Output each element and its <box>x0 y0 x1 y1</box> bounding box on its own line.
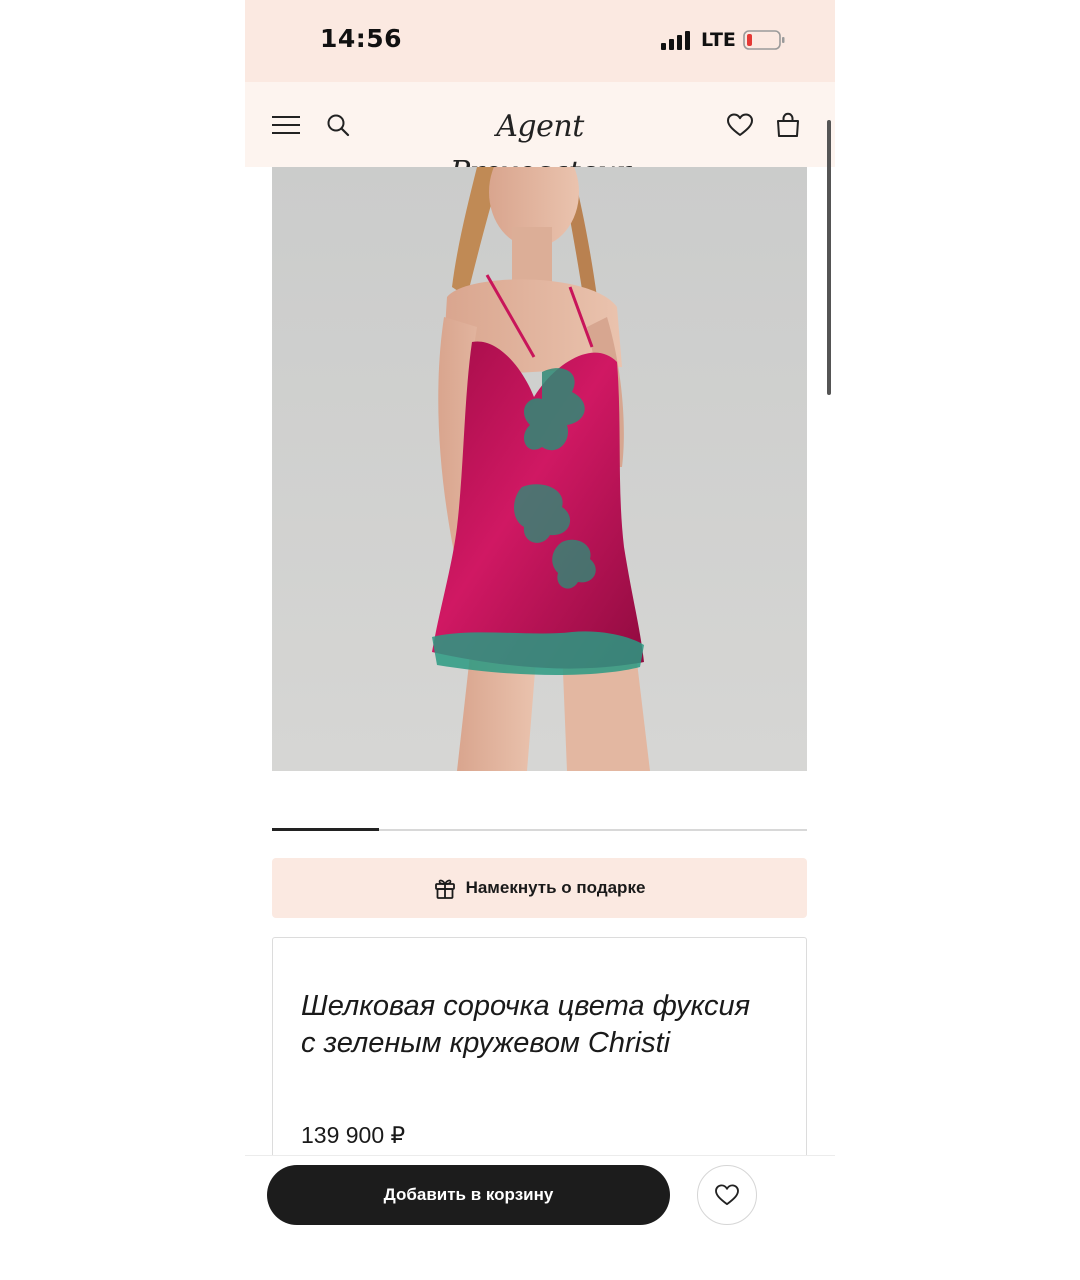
gallery-progress <box>272 828 807 831</box>
page-scrollbar[interactable] <box>827 120 831 395</box>
status-time: 14:56 <box>320 24 403 53</box>
product-image[interactable] <box>272 167 807 771</box>
search-icon[interactable] <box>323 110 353 140</box>
network-label: LTE <box>701 29 736 51</box>
heart-icon <box>715 1184 739 1206</box>
status-bar: 14:56 LTE <box>245 0 835 82</box>
product-price: 139 900 ₽ <box>301 1122 406 1148</box>
signal-icon <box>661 31 690 50</box>
gift-hint-button[interactable]: Намекнуть о подарке <box>272 858 807 918</box>
brand-logo[interactable]: Agent Provocateur <box>425 104 655 190</box>
product-title: Шелковая сорочка цвета фуксия с зеленым … <box>301 990 751 1059</box>
wishlist-button[interactable] <box>697 1165 757 1225</box>
gift-icon <box>434 879 455 899</box>
phone-screen: 14:56 LTE Agent Provoca <box>245 0 835 1280</box>
gallery-progress-fill <box>272 828 379 831</box>
site-header: Agent Provocateur <box>245 82 835 190</box>
menu-icon[interactable] <box>271 110 301 140</box>
add-to-cart-button[interactable]: Добавить в корзину <box>267 1165 670 1225</box>
shopping-bag-icon[interactable] <box>773 110 803 140</box>
heart-icon[interactable] <box>725 110 755 140</box>
bottom-action-bar: Добавить в корзину <box>245 1155 835 1280</box>
battery-icon <box>743 30 785 50</box>
product-photo <box>272 167 807 771</box>
gift-hint-label: Намекнуть о подарке <box>465 878 646 897</box>
